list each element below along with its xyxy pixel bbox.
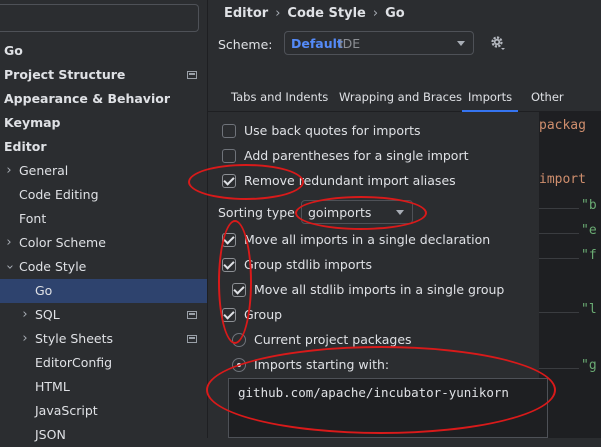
scheme-label: Scheme: [218,37,273,52]
scheme-sub-value: IDE [339,36,361,51]
sorting-type-dropdown[interactable]: goimports [301,200,413,224]
sorting-type-value: goimports [308,205,372,220]
sidebar-item-code-style[interactable]: › Code Style [0,255,207,279]
option-label: Move all stdlib imports in a single grou… [254,282,505,297]
breadcrumb-item: Editor [224,6,269,21]
sidebar-item-label: JSON [35,427,66,442]
dropdown-arrow-icon [396,210,404,215]
sidebar-item-label: Appearance & Behavior [4,91,170,106]
indent-guide [539,258,579,259]
tab-bar: Tabs and Indents Wrapping and Braces Imp… [208,85,601,112]
code-style-panel: Editor › Code Style › Go Scheme: Default IDE… [208,0,601,438]
gear-icon[interactable] [489,34,507,52]
sidebar-item-label: Project Structure [4,67,126,82]
sidebar-item-general[interactable]: › General [0,159,207,183]
sidebar-item-label: Font [19,211,47,226]
radio-button[interactable] [232,333,246,347]
sidebar-item-keymap[interactable]: Keymap [0,111,207,135]
sidebar-item-javascript[interactable]: JavaScript [0,399,207,423]
preview-package-keyword: packag [539,118,586,133]
breadcrumb-separator-icon: › [372,6,379,21]
chevron-right-icon[interactable]: › [3,231,15,255]
sidebar-item-label: Go [4,43,23,58]
sidebar-item-sql[interactable]: › SQL [0,303,207,327]
checkbox-checked[interactable] [232,283,246,297]
option-label: Imports starting with: [254,357,390,372]
breadcrumb: Editor › Code Style › Go [224,6,405,21]
sidebar-item-code-style-go[interactable]: Go [0,279,207,303]
preview-import-string: "l [581,302,597,317]
settings-search-input[interactable] [0,4,199,32]
tab-tabs-and-indents[interactable]: Tabs and Indents [231,85,328,111]
sidebar-item-label: Editor [4,139,47,154]
imports-prefix-input[interactable]: github.com/apache/incubator-yunikorn [228,378,548,438]
sidebar-item-label: EditorConfig [35,355,113,370]
sidebar-item-label: SQL [35,307,60,322]
project-settings-icon [187,335,197,343]
preview-import-string: "f [581,248,597,263]
indent-guide [539,208,579,209]
sidebar-item-font[interactable]: Font [0,207,207,231]
tab-other[interactable]: Other [531,85,564,111]
sidebar-item-editorconfig[interactable]: EditorConfig [0,351,207,375]
chevron-right-icon[interactable]: › [19,327,31,351]
sidebar-item-html[interactable]: HTML [0,375,207,399]
sidebar-item-label: Go [35,283,53,298]
dropdown-arrow-icon [457,41,465,46]
scheme-dropdown[interactable]: Default IDE [284,31,474,55]
sidebar-item-json[interactable]: JSON [0,423,207,447]
option-label: Remove redundant import aliases [244,173,456,188]
option-label: Move all imports in a single declaration [244,232,491,247]
chevron-right-icon[interactable]: › [19,303,31,327]
breadcrumb-item: Code Style [287,6,366,21]
sidebar-item-editor[interactable]: Editor [0,135,207,159]
radio-button-selected[interactable] [232,358,246,372]
imports-prefix-value: github.com/apache/incubator-yunikorn [238,385,509,400]
settings-sidebar: Go Project Structure Appearance & Behavi… [0,0,208,442]
sidebar-item-label: Code Editing [19,187,99,202]
sidebar-item-label: HTML [35,379,70,394]
indent-guide [539,233,579,234]
scheme-value: Default [291,36,343,51]
sidebar-item-label: JavaScript [35,403,98,418]
sidebar-item-color-scheme[interactable]: › Color Scheme [0,231,207,255]
sidebar-item-label: General [19,163,69,178]
preview-import-string: "b [581,198,597,213]
option-label: Current project packages [254,332,412,347]
sidebar-item-label: Style Sheets [35,331,114,346]
sidebar-item-label: Keymap [4,115,61,130]
project-settings-icon [187,71,197,79]
sidebar-item-go[interactable]: Go [0,39,207,63]
sidebar-item-project-structure[interactable]: Project Structure [0,63,207,87]
option-label: Add parentheses for a single import [244,148,469,163]
sidebar-item-label: Color Scheme [19,235,106,250]
sidebar-item-style-sheets[interactable]: › Style Sheets [0,327,207,351]
indent-guide [539,368,579,369]
preview-import-string: "e [581,223,597,238]
tab-wrapping-and-braces[interactable]: Wrapping and Braces [339,85,462,111]
sidebar-item-label: Code Style [19,259,87,274]
sidebar-item-appearance[interactable]: Appearance & Behavior [0,87,207,111]
preview-import-keyword: import [539,172,586,187]
checkbox-checked[interactable] [222,258,236,272]
checkbox-checked[interactable] [222,174,236,188]
checkbox[interactable] [222,124,236,138]
chevron-down-icon[interactable]: › [0,261,21,273]
indent-guide [539,312,579,313]
project-settings-icon [187,311,197,319]
code-preview: packag import "b "e "f "l "g [539,112,601,438]
sidebar-item-code-editing[interactable]: Code Editing [0,183,207,207]
preview-import-string: "g [581,358,597,373]
checkbox-checked[interactable] [222,233,236,247]
chevron-right-icon[interactable]: › [3,159,15,183]
option-label: Group stdlib imports [244,257,373,272]
checkbox-checked[interactable] [222,308,236,322]
breadcrumb-separator-icon: › [275,6,281,21]
checkbox[interactable] [222,149,236,163]
breadcrumb-item: Go [385,6,405,21]
option-label: Group [244,307,283,322]
tab-imports[interactable]: Imports [461,85,519,112]
option-label: Use back quotes for imports [244,123,421,138]
sorting-type-label: Sorting type [218,205,295,220]
